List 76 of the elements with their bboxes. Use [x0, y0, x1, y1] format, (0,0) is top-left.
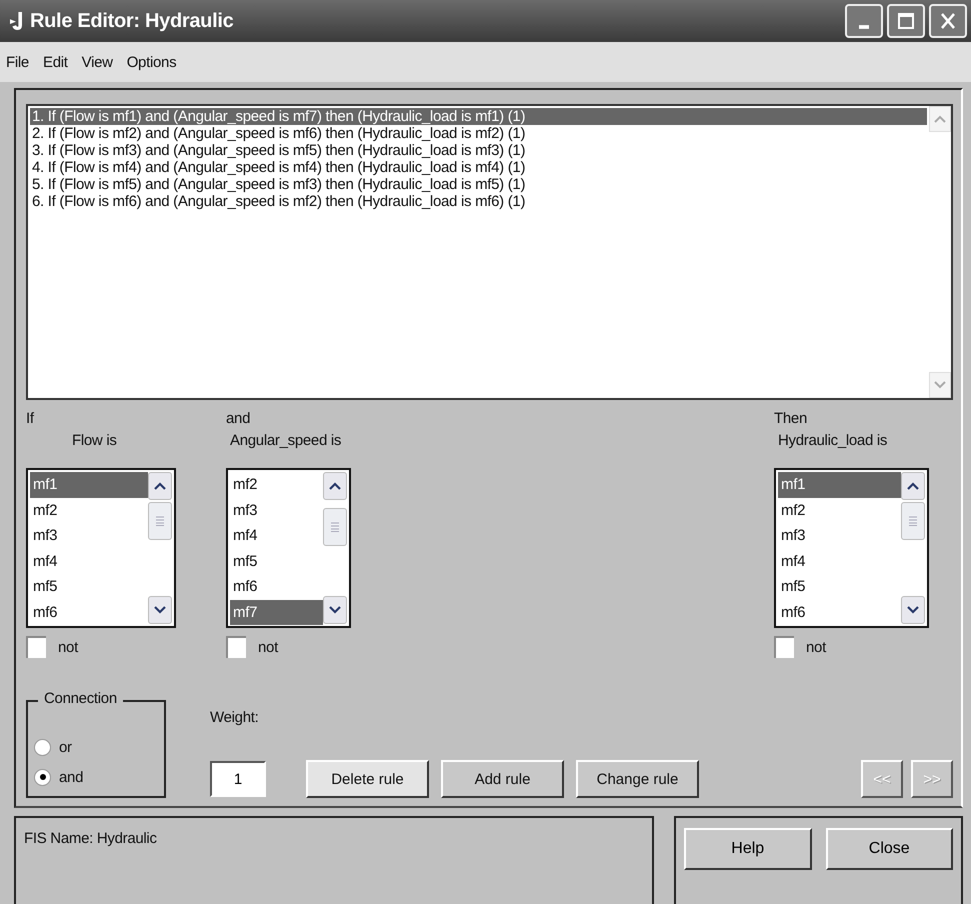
- rule-item[interactable]: 5. If (Flow is mf5) and (Angular_speed is mf3) then (Hydraulic_load is mf5) (1): [30, 176, 927, 193]
- list-box[interactable]: mf1 mf2 mf3 mf4 mf5 mf6: [774, 468, 929, 628]
- scroll-up-button[interactable]: [323, 472, 347, 500]
- list-box[interactable]: mf2 mf3 mf4 mf5 mf6 mf7: [226, 468, 351, 628]
- list-item[interactable]: mf3: [778, 523, 901, 548]
- scroll-up-button[interactable]: [148, 472, 172, 500]
- list-item[interactable]: mf5: [30, 574, 148, 600]
- rule-item[interactable]: 1. If (Flow is mf1) and (Angular_speed is mf7) then (Hydraulic_load is mf1) (1): [30, 108, 927, 125]
- list-item[interactable]: mf1: [778, 472, 901, 498]
- rule-item[interactable]: 4. If (Flow is mf4) and (Angular_speed is mf4) then (Hydraulic_load is mf4) (1): [30, 159, 927, 176]
- checkbox-label: not: [806, 638, 826, 656]
- rule-item[interactable]: 3. If (Flow is mf3) and (Angular_speed is mf5) then (Hydraulic_load is mf3) (1): [30, 142, 927, 159]
- list-item[interactable]: mf2: [30, 498, 148, 523]
- menu-item[interactable]: Options: [126, 54, 176, 70]
- menu-item[interactable]: File: [6, 54, 29, 70]
- list-item[interactable]: mf2: [778, 498, 901, 523]
- grip-icon: [908, 516, 918, 526]
- weight-label: Weight:: [210, 709, 260, 726]
- radio-button[interactable]: [34, 768, 51, 786]
- rule-item[interactable]: 2. If (Flow is mf2) and (Angular_speed is mf6) then (Hydraulic_load is mf2) (1): [30, 125, 927, 142]
- app-icon: [10, 12, 22, 30]
- variable-label: Hydraulic_load is: [777, 432, 888, 451]
- checkbox-label: not: [258, 638, 278, 656]
- list-item[interactable]: mf5: [230, 548, 323, 574]
- not-checkbox[interactable]: [26, 636, 46, 658]
- list-item[interactable]: mf4: [30, 548, 148, 574]
- list-item[interactable]: mf7: [230, 600, 323, 625]
- weight-field[interactable]: 1: [210, 761, 266, 797]
- variable-label: Angular_speed is: [229, 432, 342, 451]
- section-label: Then: [774, 410, 808, 429]
- variable-label: Flow is: [71, 432, 118, 451]
- not-checkbox[interactable]: [226, 636, 246, 658]
- rule-item[interactable]: 6. If (Flow is mf6) and (Angular_speed is mf2) then (Hydraulic_load is mf6) (1): [30, 193, 927, 210]
- list-item[interactable]: mf6: [778, 600, 901, 625]
- menu-item[interactable]: Edit: [42, 54, 68, 70]
- minimize-button[interactable]: [845, 4, 883, 38]
- maximize-button[interactable]: [887, 4, 925, 38]
- minimize-icon: [859, 25, 869, 29]
- grip-icon: [330, 522, 340, 532]
- rule-list[interactable]: [26, 104, 953, 400]
- window-title: Rule Editor: Hydraulic: [30, 10, 234, 32]
- list-item[interactable]: mf6: [30, 600, 148, 625]
- close-icon: [939, 12, 957, 30]
- list-item[interactable]: mf2: [230, 472, 323, 498]
- section-label: and: [226, 410, 252, 429]
- list-item[interactable]: mf4: [230, 523, 323, 548]
- list-item[interactable]: mf1: [30, 472, 148, 498]
- action-button[interactable]: Change rule: [576, 760, 699, 798]
- not-checkbox[interactable]: [774, 636, 794, 658]
- list-box[interactable]: mf1 mf2 mf3 mf4 mf5 mf6: [26, 468, 176, 628]
- list-item[interactable]: mf3: [30, 523, 148, 548]
- radio-label: or: [59, 738, 72, 756]
- menu-item[interactable]: View: [82, 54, 113, 70]
- section-label: If: [26, 410, 35, 429]
- list-item[interactable]: mf6: [230, 574, 323, 600]
- dialog-button[interactable]: Help: [684, 828, 812, 870]
- checkbox-label: not: [58, 638, 78, 656]
- status-text: FIS Name: Hydraulic: [24, 830, 157, 847]
- grip-icon: [155, 516, 165, 526]
- list-item[interactable]: mf3: [230, 498, 323, 523]
- scroll-down-button[interactable]: [323, 596, 347, 624]
- scroll-thumb[interactable]: [148, 502, 172, 540]
- scroll-down-button[interactable]: [901, 596, 925, 624]
- list-item[interactable]: mf4: [778, 548, 901, 574]
- close-button[interactable]: [929, 4, 967, 38]
- scroll-up-button[interactable]: [901, 472, 925, 500]
- radio-label: and: [59, 768, 84, 786]
- scroll-down-button[interactable]: [148, 596, 172, 624]
- maximize-icon: [897, 12, 915, 30]
- scroll-thumb[interactable]: [901, 502, 925, 540]
- radio-button[interactable]: [34, 738, 51, 756]
- dialog-button[interactable]: Close: [826, 828, 953, 870]
- list-item[interactable]: mf5: [778, 574, 901, 600]
- action-button[interactable]: Add rule: [441, 760, 564, 798]
- scroll-thumb[interactable]: [323, 508, 347, 546]
- action-button[interactable]: Delete rule: [306, 760, 429, 798]
